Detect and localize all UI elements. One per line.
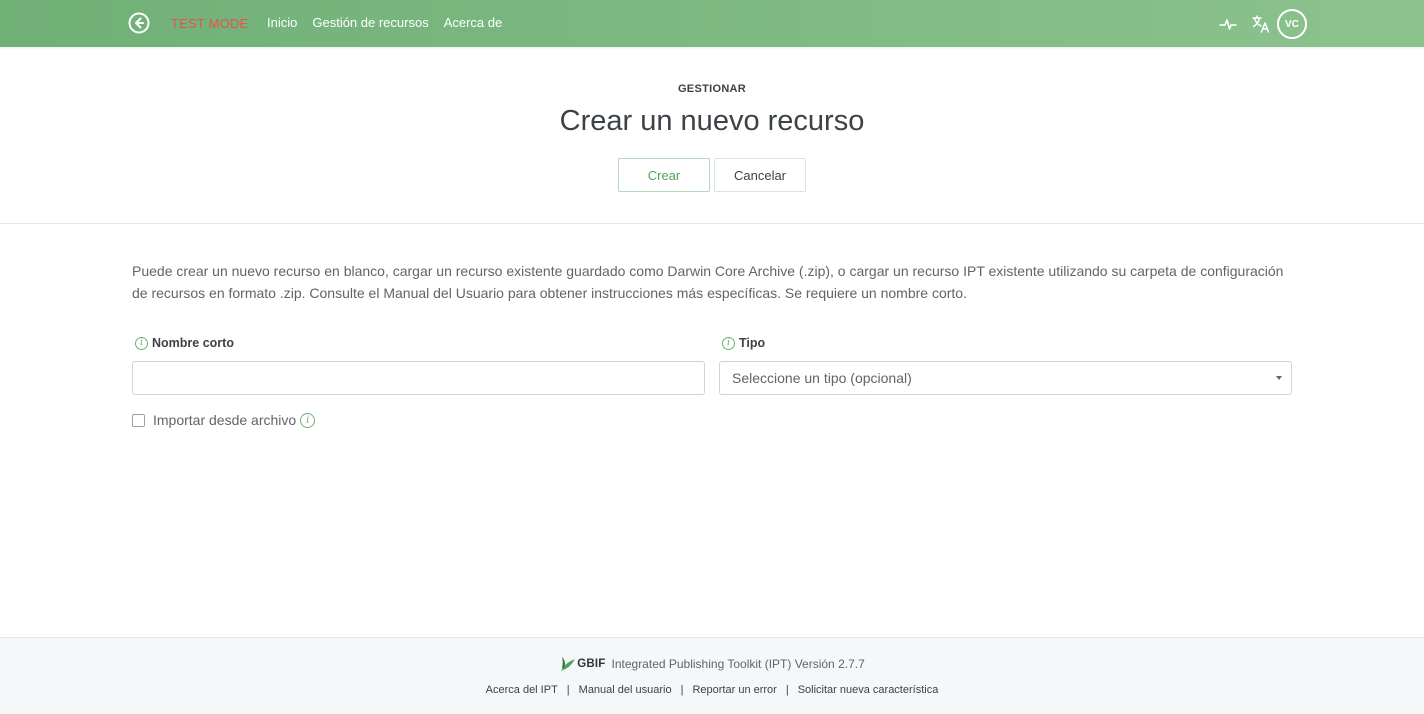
gbif-leaf-icon bbox=[561, 657, 576, 671]
page-title: Crear un nuevo recurso bbox=[559, 105, 865, 137]
info-icon[interactable]: i bbox=[722, 336, 735, 350]
shortname-label: i Nombre corto bbox=[135, 336, 234, 350]
caret-down-icon bbox=[1276, 376, 1282, 380]
type-label: i Tipo bbox=[722, 336, 765, 350]
user-avatar[interactable]: VC bbox=[1277, 9, 1307, 39]
top-navbar: TEST MODE Inicio Gestión de recursos Ace… bbox=[0, 0, 1424, 47]
intro-text: Puede crear un nuevo recurso en blanco, … bbox=[132, 263, 1284, 301]
import-option: Importar desde archivo i bbox=[132, 412, 319, 428]
type-select[interactable]: Seleccione un tipo (opcional) bbox=[719, 361, 1292, 395]
footer-version: Integrated Publishing Toolkit (IPT) Vers… bbox=[611, 657, 865, 671]
footer-link-report-bug[interactable]: Reportar un error bbox=[692, 684, 776, 696]
type-select-value: Seleccione un tipo (opcional) bbox=[732, 370, 912, 386]
nav-link-acerca-de[interactable]: Acerca de bbox=[444, 15, 503, 30]
footer-link-request-feature[interactable]: Solicitar nueva característica bbox=[798, 684, 939, 696]
nav-right-actions: VC bbox=[1219, 9, 1307, 39]
shortname-input[interactable] bbox=[132, 361, 705, 395]
gbif-logo[interactable]: GBIF bbox=[559, 656, 605, 672]
footer-link-about-ipt[interactable]: Acerca del IPT bbox=[486, 684, 558, 696]
cancel-button[interactable]: Cancelar bbox=[714, 158, 806, 192]
info-icon[interactable]: i bbox=[300, 412, 316, 428]
page-footer: GBIF Integrated Publishing Toolkit (IPT)… bbox=[0, 637, 1424, 714]
import-checkbox[interactable] bbox=[132, 413, 145, 427]
logo-icon[interactable] bbox=[128, 12, 150, 34]
import-label[interactable]: Importar desde archivo bbox=[153, 412, 296, 428]
info-icon[interactable]: i bbox=[135, 336, 148, 350]
footer-separator: | bbox=[680, 684, 684, 696]
shortname-label-text: Nombre corto bbox=[152, 336, 234, 350]
create-button[interactable]: Crear bbox=[618, 158, 710, 192]
page-eyebrow: GESTIONAR bbox=[677, 83, 747, 95]
footer-brand: GBIF Integrated Publishing Toolkit (IPT)… bbox=[0, 656, 1424, 672]
nav-link-inicio[interactable]: Inicio bbox=[267, 15, 297, 30]
footer-links: Acerca del IPT | Manual del usuario | Re… bbox=[0, 684, 1424, 696]
main-nav: Inicio Gestión de recursos Acerca de bbox=[267, 15, 517, 30]
health-pulse-icon[interactable] bbox=[1219, 15, 1237, 33]
translate-icon[interactable] bbox=[1251, 14, 1271, 34]
type-label-text: Tipo bbox=[739, 336, 766, 350]
test-mode-badge: TEST MODE bbox=[171, 16, 249, 31]
nav-link-gestion-recursos[interactable]: Gestión de recursos bbox=[312, 15, 428, 30]
footer-separator: | bbox=[566, 684, 570, 696]
footer-link-user-manual[interactable]: Manual del usuario bbox=[579, 684, 672, 696]
gbif-logo-text: GBIF bbox=[577, 658, 606, 670]
footer-separator: | bbox=[785, 684, 789, 696]
page-header: GESTIONAR Crear un nuevo recurso Crear C… bbox=[0, 47, 1424, 224]
header-actions: Crear Cancelar bbox=[618, 158, 806, 192]
